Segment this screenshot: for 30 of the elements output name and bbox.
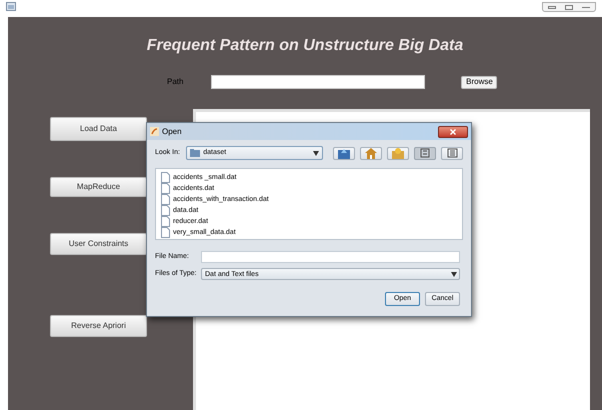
dropdown-arrow-icon	[313, 150, 319, 156]
file-icon	[161, 172, 170, 183]
app-icon	[6, 2, 16, 11]
folder-up-icon	[338, 148, 350, 158]
dropdown-arrow-icon	[451, 272, 457, 276]
file-icon	[161, 216, 170, 227]
file-name-field[interactable]	[201, 251, 460, 263]
side-button[interactable]: Load Data	[50, 117, 147, 141]
close-icon	[450, 128, 456, 134]
details-view-icon	[446, 148, 458, 158]
home-icon	[365, 148, 377, 158]
folder-icon	[190, 149, 200, 157]
dialog-title: Open	[162, 126, 182, 138]
side-button[interactable]: Reverse Apriori	[50, 315, 147, 337]
file-icon	[161, 205, 170, 216]
toolbar-button[interactable]	[414, 146, 436, 160]
file-icon	[161, 194, 170, 205]
path-label: Path	[167, 76, 184, 88]
folder-icon	[392, 148, 404, 158]
side-button[interactable]: MapReduce	[50, 177, 147, 197]
toolbar-button[interactable]	[441, 146, 463, 160]
toolbar-button[interactable]	[360, 146, 382, 160]
app-title: Frequent Pattern on Unstructure Big Data	[146, 36, 464, 56]
file-icon	[161, 183, 170, 194]
path-field[interactable]	[211, 75, 426, 89]
toolbar-button[interactable]	[333, 146, 355, 160]
side-button[interactable]: User Constraints	[50, 233, 147, 255]
close-button[interactable]	[438, 126, 468, 138]
list-view-icon	[420, 148, 430, 158]
browse-button[interactable]: Browse	[461, 76, 498, 88]
